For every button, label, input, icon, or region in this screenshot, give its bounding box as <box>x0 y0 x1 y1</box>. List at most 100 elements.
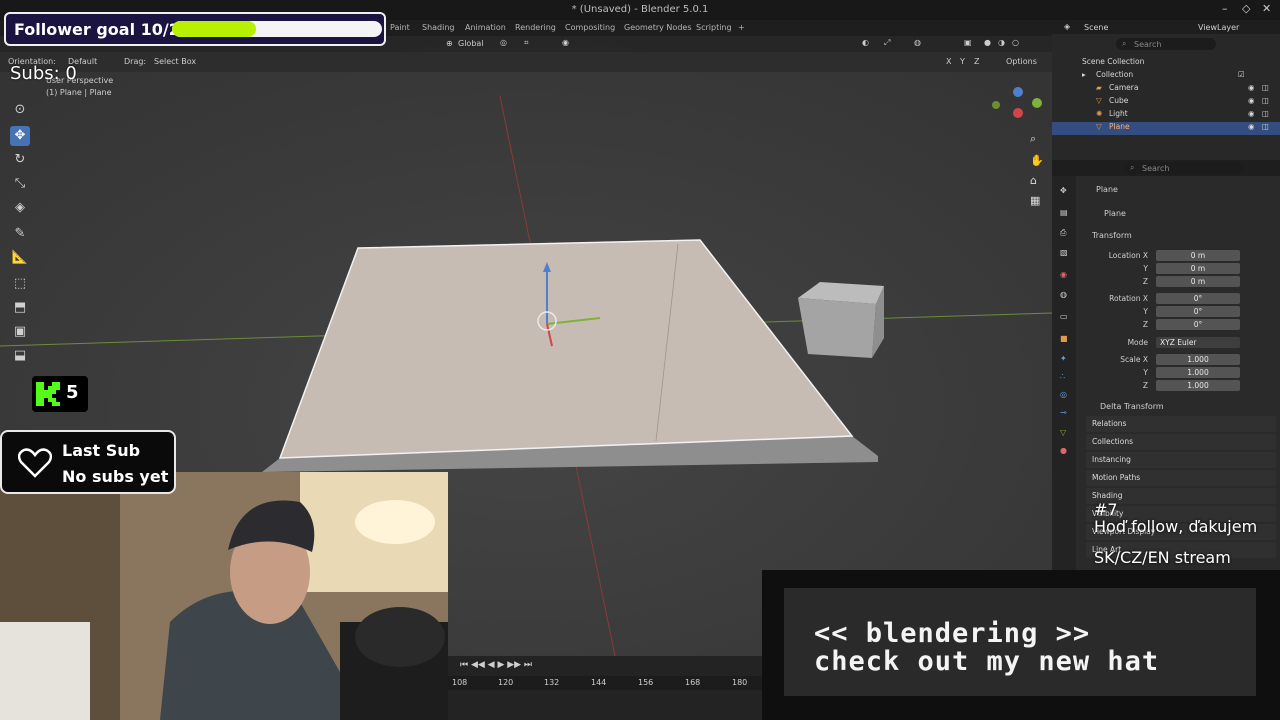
gizmo-toggle-icon[interactable]: ⤢ <box>884 38 890 48</box>
options-dropdown[interactable]: Options <box>1006 57 1037 66</box>
mesh-icon: ▽ <box>1096 96 1102 105</box>
scale-z-field[interactable]: 1.000 <box>1156 380 1240 391</box>
overlay-toggle-icon[interactable]: ◍ <box>914 38 921 47</box>
tab-shading[interactable]: Shading <box>422 23 455 32</box>
extrude-tool-icon[interactable]: ⬒ <box>10 298 30 318</box>
location-y-field[interactable]: 0 m <box>1156 263 1240 274</box>
rotate-tool-icon[interactable]: ↻ <box>10 150 30 170</box>
properties-search-input[interactable]: ⌕ Search <box>1124 162 1244 174</box>
stream-info-text: #7 Hoď follow, ďakujem SK/CZ/EN stream <box>1094 500 1257 567</box>
tab-geometry-nodes[interactable]: Geometry Nodes <box>624 23 691 32</box>
panel-motion-paths[interactable]: Motion Paths <box>1086 470 1276 486</box>
cursor-tool-icon[interactable]: ⊙ <box>10 100 30 120</box>
rotation-x-field[interactable]: 0° <box>1156 293 1240 304</box>
location-x-field[interactable]: 0 m <box>1156 250 1240 261</box>
add-workspace-button[interactable]: + <box>738 23 745 32</box>
physics-tab-icon[interactable]: ◎ <box>1060 390 1067 399</box>
object-name-field[interactable]: Plane <box>1104 209 1126 218</box>
render-icon[interactable]: ◫ <box>1262 109 1269 118</box>
mirror-z-toggle[interactable]: Z <box>974 57 979 66</box>
view-layer-select[interactable]: ViewLayer <box>1198 23 1239 32</box>
particles-tab-icon[interactable]: ∴ <box>1060 372 1065 381</box>
rotation-z-field[interactable]: 0° <box>1156 319 1240 330</box>
collection-checkbox[interactable]: ☑ <box>1238 70 1245 79</box>
panel-collections[interactable]: Collections <box>1086 434 1276 450</box>
constraints-tab-icon[interactable]: ⊸ <box>1060 408 1067 417</box>
delta-transform-panel[interactable]: Delta Transform <box>1100 402 1164 411</box>
eye-icon[interactable]: ◉ <box>1248 109 1255 118</box>
material-tab-icon[interactable]: ● <box>1060 446 1067 455</box>
world-tab-icon[interactable]: ◍ <box>1060 290 1067 299</box>
tab-compositing[interactable]: Compositing <box>565 23 615 32</box>
tab-rendering[interactable]: Rendering <box>515 23 556 32</box>
collection-icon: ▸ <box>1082 70 1086 79</box>
xray-icon[interactable]: ▣ <box>964 38 972 47</box>
eye-icon[interactable]: ◉ <box>1248 122 1255 131</box>
outliner-item-plane[interactable]: ▽ Plane ◉ ◫ <box>1052 122 1280 135</box>
render-icon[interactable]: ◫ <box>1262 96 1269 105</box>
zoom-icon[interactable]: ⌕ <box>1030 132 1036 146</box>
playback-controls[interactable]: ⏮ ◀◀ ◀ ▶ ▶▶ ⏭ <box>460 660 532 670</box>
output-tab-icon[interactable]: ⎙ <box>1060 228 1066 238</box>
shading-material-icon[interactable]: ◑ <box>998 38 1005 47</box>
proportional-edit-icon[interactable]: ◉ <box>562 38 569 47</box>
pan-hand-icon[interactable]: ✋ <box>1030 154 1044 167</box>
drag-label: Drag: <box>124 57 147 66</box>
tool-tab-icon[interactable]: ✥ <box>1060 186 1067 195</box>
mirror-x-toggle[interactable]: X <box>946 57 951 66</box>
shading-solid-icon[interactable]: ● <box>984 38 991 47</box>
visibility-icon[interactable]: ◐ <box>862 38 869 47</box>
panel-relations[interactable]: Relations <box>1086 416 1276 432</box>
drag-select[interactable]: Select Box <box>154 57 196 66</box>
rotation-y-field[interactable]: 0° <box>1156 306 1240 317</box>
rotation-mode-select[interactable]: XYZ Euler <box>1156 337 1240 348</box>
inset-tool-icon[interactable]: ▣ <box>10 322 30 342</box>
scene-tab-icon[interactable]: ◉ <box>1060 270 1067 279</box>
outliner-item-camera[interactable]: ▰ Camera ◉ ◫ <box>1052 83 1280 96</box>
bevel-tool-icon[interactable]: ⬓ <box>10 346 30 366</box>
transform-space-select[interactable]: Global <box>458 39 484 48</box>
shading-rendered-icon[interactable]: ○ <box>1012 38 1019 47</box>
camera-view-icon[interactable]: ⌂ <box>1030 174 1037 187</box>
modifier-tab-icon[interactable]: ✦ <box>1060 354 1067 363</box>
close-icon[interactable]: ✕ <box>1262 2 1271 15</box>
mirror-y-toggle[interactable]: Y <box>960 57 965 66</box>
tab-paint[interactable]: Paint <box>390 23 410 32</box>
location-z-field[interactable]: 0 m <box>1156 276 1240 287</box>
add-cube-tool-icon[interactable]: ⬚ <box>10 274 30 294</box>
transform-tool-icon[interactable]: ◈ <box>10 198 30 218</box>
outliner-item-cube[interactable]: ▽ Cube ◉ ◫ <box>1052 96 1280 109</box>
scale-x-field[interactable]: 1.000 <box>1156 354 1240 365</box>
render-icon[interactable]: ◫ <box>1262 83 1269 92</box>
render-tab-icon[interactable]: ▤ <box>1060 208 1068 217</box>
transform-space-icon[interactable]: ⊕ <box>446 39 453 48</box>
outliner-item-light[interactable]: ✺ Light ◉ ◫ <box>1052 109 1280 122</box>
eye-icon[interactable]: ◉ <box>1248 96 1255 105</box>
panel-instancing[interactable]: Instancing <box>1086 452 1276 468</box>
move-tool-icon[interactable]: ✥ <box>10 126 30 146</box>
scale-y-field[interactable]: 1.000 <box>1156 367 1240 378</box>
scene-collection-row[interactable]: Scene Collection <box>1052 57 1280 70</box>
tab-animation[interactable]: Animation <box>465 23 506 32</box>
eye-icon[interactable]: ◉ <box>1248 83 1255 92</box>
collection-row[interactable]: ▸ Collection ☑ <box>1052 70 1280 83</box>
minimize-icon[interactable]: – <box>1222 2 1228 15</box>
pivot-icon[interactable]: ◎ <box>500 38 507 47</box>
grid-view-icon[interactable]: ▦ <box>1030 194 1040 207</box>
tab-scripting[interactable]: Scripting <box>696 23 732 32</box>
annotate-tool-icon[interactable]: ✎ <box>10 224 30 244</box>
object-tab-icon[interactable]: ■ <box>1060 334 1068 343</box>
snap-icon[interactable]: ⌗ <box>524 38 529 48</box>
transform-panel-header[interactable]: Transform <box>1092 231 1132 240</box>
view-layer-tab-icon[interactable]: ▧ <box>1060 248 1068 257</box>
outliner-search-input[interactable]: ⌕ Search <box>1116 38 1216 50</box>
collection-tab-icon[interactable]: ▭ <box>1060 312 1068 321</box>
measure-tool-icon[interactable]: 📐 <box>10 248 30 268</box>
maximize-icon[interactable]: ◇ <box>1242 2 1250 15</box>
timeline[interactable]: ⏮ ◀◀ ◀ ▶ ▶▶ ⏭ 108 120 132 144 156 168 18… <box>448 656 762 720</box>
render-icon[interactable]: ◫ <box>1262 122 1269 131</box>
scene-select[interactable]: Scene <box>1084 23 1108 32</box>
frame-ruler[interactable]: 108 120 132 144 156 168 180 <box>448 676 762 690</box>
data-tab-icon[interactable]: ▽ <box>1060 428 1066 437</box>
scale-tool-icon[interactable]: ⤡ <box>10 174 30 194</box>
